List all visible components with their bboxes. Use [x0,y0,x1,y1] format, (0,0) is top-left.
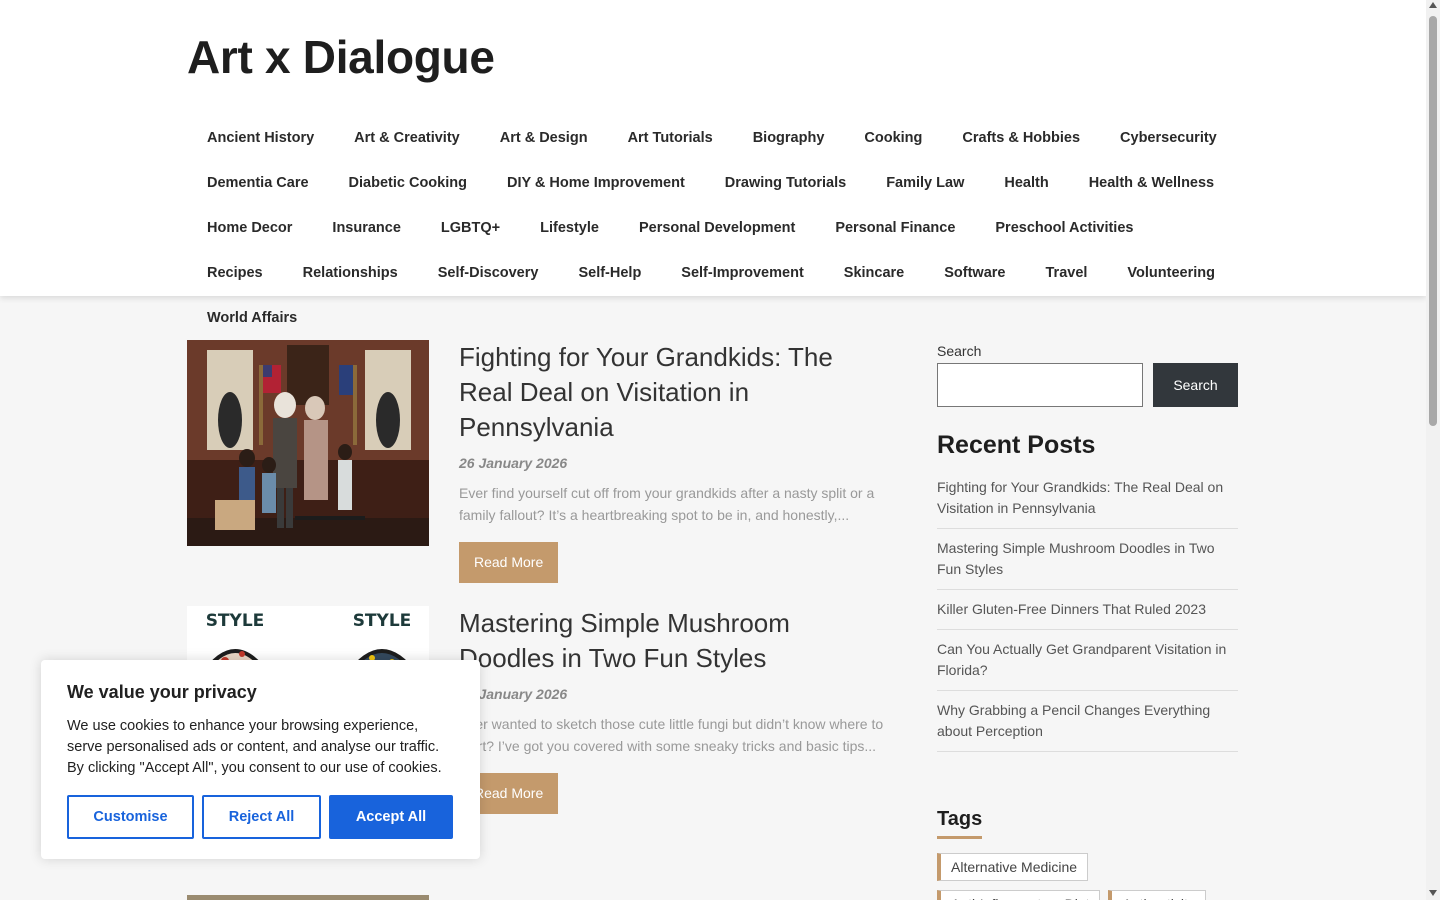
nav-item-art-tutorials[interactable]: Art Tutorials [608,116,733,161]
recent-posts-title: Recent Posts [937,431,1096,459]
nav-item-ancient-history[interactable]: Ancient History [187,116,334,161]
post-body: Mastering Simple Mushroom Doodles in Two… [459,606,887,814]
post-excerpt: Ever wanted to sketch those cute little … [459,716,884,754]
post-thumbnail[interactable] [187,340,429,546]
reject-all-button[interactable]: Reject All [202,795,321,839]
scroll-down-icon[interactable] [1429,890,1437,896]
recent-post-link[interactable]: Killer Gluten-Free Dinners That Ruled 20… [937,590,1238,630]
nav-item-diabetic-cooking[interactable]: Diabetic Cooking [329,161,487,206]
nav-item-cybersecurity[interactable]: Cybersecurity [1100,116,1237,161]
search-label: Search [937,343,982,359]
nav-item-self-improvement[interactable]: Self-Improvement [661,251,823,296]
scroll-up-icon[interactable] [1429,2,1437,8]
nav-item-recipes[interactable]: Recipes [187,251,283,296]
nav-item-self-discovery[interactable]: Self-Discovery [418,251,559,296]
scroll-thumb[interactable] [1429,16,1437,426]
nav-item-family-law[interactable]: Family Law [866,161,984,206]
nav-item-software[interactable]: Software [924,251,1025,296]
post-title[interactable]: Mastering Simple Mushroom Doodles in Two… [459,606,887,676]
nav-item-travel[interactable]: Travel [1026,251,1108,296]
search-button[interactable]: Search [1153,363,1238,407]
nav-item-self-help[interactable]: Self-Help [558,251,661,296]
nav-item-art-design[interactable]: Art & Design [480,116,608,161]
nav-item-art-creativity[interactable]: Art & Creativity [334,116,480,161]
post-excerpt: Ever find yourself cut off from your gra… [459,485,875,523]
search-input[interactable] [937,363,1143,407]
nav-item-preschool-activities[interactable]: Preschool Activities [975,206,1153,251]
cookie-title: We value your privacy [67,682,257,702]
site-title[interactable]: Art x Dialogue [187,30,495,84]
read-more-button[interactable]: Read More [459,542,559,583]
post-body: Fighting for Your Grandkids: The Real De… [459,340,887,583]
nav-item-diy-home-improvement[interactable]: DIY & Home Improvement [487,161,705,206]
nav-item-insurance[interactable]: Insurance [312,206,421,251]
cookie-text: We use cookies to enhance your browsing … [67,718,442,776]
tag-link[interactable]: Anti-Inflammatory Diet [937,890,1101,900]
recent-posts-list: Fighting for Your Grandkids: The Real De… [937,468,1238,752]
tag-cloud: Alternative Medicine Anti-Inflammatory Di… [937,853,1238,900]
nav-item-lgbtq[interactable]: LGBTQ+ [421,206,520,251]
nav-item-health[interactable]: Health [984,161,1068,206]
post-date: 26 January 2026 [459,455,568,471]
accept-all-button[interactable]: Accept All [329,795,453,839]
nav-item-cooking[interactable]: Cooking [844,116,942,161]
image-label-style-left: STYLE [206,611,265,631]
recent-post-link[interactable]: Mastering Simple Mushroom Doodles in Two… [937,529,1238,590]
post-title[interactable]: Fighting for Your Grandkids: The Real De… [459,340,887,445]
main-nav: Ancient History Art & Creativity Art & Des… [187,116,1247,341]
nav-item-personal-finance[interactable]: Personal Finance [815,206,975,251]
customise-button[interactable]: Customise [67,795,194,839]
nav-item-biography[interactable]: Biography [733,116,845,161]
recent-post-link[interactable]: Can You Actually Get Grandparent Visitat… [937,630,1238,691]
recent-post-link[interactable]: Why Grabbing a Pencil Changes Everything… [937,691,1238,752]
tags-title: Tags [937,808,983,839]
cookie-consent-banner: We value your privacy We use cookies to … [41,660,480,859]
courtroom-image [187,340,429,546]
site-header: Art x Dialogue Ancient History Art & Crea… [0,0,1426,326]
nav-item-health-wellness[interactable]: Health & Wellness [1069,161,1234,206]
nav-item-lifestyle[interactable]: Lifestyle [520,206,619,251]
sidebar: Search Search Recent Posts Fighting for … [937,343,1238,900]
page-scrollbar[interactable] [1426,0,1440,900]
nav-item-world-affairs[interactable]: World Affairs [187,296,317,341]
search-form: Search [937,363,1238,407]
post-card: Fighting for Your Grandkids: The Real De… [187,340,887,606]
post-date: 26 January 2026 [459,686,568,702]
nav-item-dementia-care[interactable]: Dementia Care [187,161,329,206]
nav-item-home-decor[interactable]: Home Decor [187,206,312,251]
nav-item-crafts-hobbies[interactable]: Crafts & Hobbies [942,116,1100,161]
recent-post-link[interactable]: Fighting for Your Grandkids: The Real De… [937,468,1238,529]
nav-item-drawing-tutorials[interactable]: Drawing Tutorials [705,161,866,206]
nav-item-relationships[interactable]: Relationships [283,251,418,296]
tag-link[interactable]: Authenticity [1108,890,1206,900]
nav-item-skincare[interactable]: Skincare [824,251,924,296]
nav-item-personal-development[interactable]: Personal Development [619,206,815,251]
nav-item-volunteering[interactable]: Volunteering [1107,251,1235,296]
post-thumbnail[interactable] [187,895,429,900]
image-label-style-right: STYLE [353,611,412,631]
tag-link[interactable]: Alternative Medicine [937,853,1089,881]
